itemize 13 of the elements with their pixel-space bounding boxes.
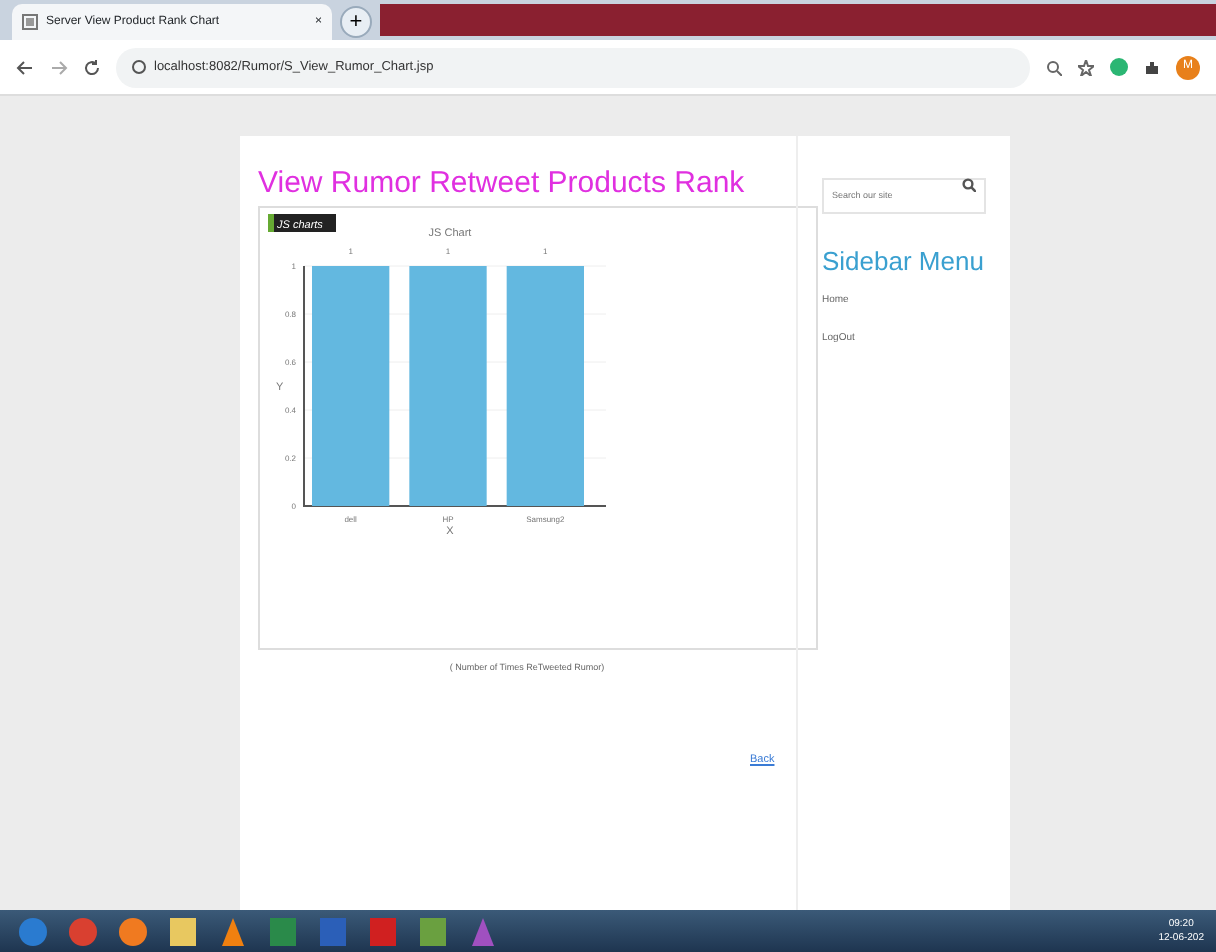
sidebar-title: Sidebar Menu [822, 246, 986, 278]
reload-icon[interactable] [84, 59, 100, 75]
extension-icon[interactable] [1110, 58, 1128, 76]
back-icon[interactable] [16, 59, 34, 75]
new-tab-button[interactable]: + [340, 6, 372, 38]
info-icon [132, 60, 146, 74]
puzzle-icon[interactable] [1144, 59, 1160, 75]
zoom-icon[interactable] [1046, 59, 1062, 75]
search-icon[interactable] [962, 177, 976, 191]
star-icon[interactable] [1078, 59, 1094, 75]
page-icon [22, 14, 38, 30]
forward-icon[interactable] [50, 59, 68, 75]
page-heading: View Rumor Retweet Products Rank [258, 166, 747, 202]
